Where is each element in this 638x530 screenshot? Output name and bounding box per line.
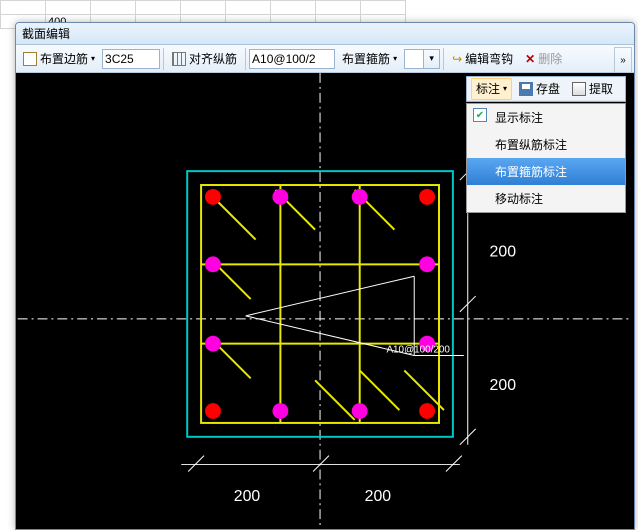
extract-icon	[572, 82, 586, 96]
toolbar-overflow-button[interactable]: »	[614, 47, 632, 73]
menu-move-annot[interactable]: 移动标注	[467, 185, 625, 212]
window-title: 截面编辑	[22, 27, 70, 41]
main-toolbar: 布置边筋 ▾ 对齐纵筋 布置箍筋 ▾ ▾ ↪ 编辑弯钩 ✕ 删除	[16, 45, 634, 73]
align-label: 对齐纵筋	[189, 50, 237, 67]
extract-label: 提取	[589, 80, 613, 97]
annotate-button[interactable]: 标注 ▾	[471, 78, 512, 100]
save-label: 存盘	[536, 80, 560, 97]
dim-y2: 200	[490, 377, 517, 394]
drawing-canvas[interactable]: A10@100/200 200 200 200 200 标注	[16, 73, 634, 529]
annotate-dropdown-menu: ✔ 显示标注 布置纵筋标注 布置箍筋标注 移动标注	[466, 103, 626, 213]
edge-rebar-label: 布置边筋	[40, 50, 88, 67]
stirrup-callout: A10@100/200	[386, 345, 450, 356]
checkbox-checked-icon: ✔	[473, 108, 487, 122]
edit-hook-label: 编辑弯钩	[465, 50, 513, 67]
chevron-down-icon: ▾	[91, 54, 95, 63]
stirrup-button[interactable]: 布置箍筋 ▾	[337, 48, 402, 70]
stirrup-preview[interactable]	[404, 49, 424, 69]
menu-long-annot-label: 布置纵筋标注	[495, 138, 567, 152]
edit-hook-button[interactable]: ↪ 编辑弯钩	[447, 48, 518, 70]
edge-rebar-button[interactable]: 布置边筋 ▾	[18, 48, 100, 70]
menu-long-annot[interactable]: 布置纵筋标注	[467, 131, 625, 158]
menu-show-annot-label: 显示标注	[495, 111, 543, 125]
stirrup-input[interactable]	[249, 49, 335, 69]
extract-button[interactable]: 提取	[567, 78, 618, 100]
menu-move-annot-label: 移动标注	[495, 192, 543, 206]
stirrup-preview-dropdown[interactable]: ▾	[424, 49, 440, 69]
chevron-down-icon: ▾	[503, 84, 507, 93]
menu-stirrup-annot[interactable]: 布置箍筋标注	[467, 158, 625, 185]
menu-stirrup-annot-label: 布置箍筋标注	[495, 165, 567, 179]
window-titlebar[interactable]: 截面编辑	[16, 23, 634, 45]
separator	[163, 48, 164, 70]
dim-y1: 200	[490, 243, 517, 260]
menu-show-annot[interactable]: ✔ 显示标注	[467, 104, 625, 131]
annotate-label: 标注	[476, 80, 500, 97]
hook-icon: ↪	[452, 52, 462, 66]
align-icon	[172, 52, 186, 66]
separator	[443, 48, 444, 70]
separator	[245, 48, 246, 70]
save-icon	[519, 82, 533, 96]
dim-x1: 200	[234, 488, 261, 505]
align-rebar-button[interactable]: 对齐纵筋	[167, 48, 242, 70]
overflow-toolbar-panel: 标注 ▾ 存盘 提取	[466, 76, 626, 102]
dim-x2: 200	[365, 488, 392, 505]
stirrup-label: 布置箍筋	[342, 50, 390, 67]
chevron-down-icon: ▾	[393, 54, 397, 63]
delete-button[interactable]: ✕ 删除	[520, 48, 567, 70]
edge-rebar-icon	[23, 52, 37, 66]
save-button[interactable]: 存盘	[514, 78, 565, 100]
section-edit-window: 截面编辑 布置边筋 ▾ 对齐纵筋 布置箍筋 ▾ ▾ ↪ 编辑弯钩 ✕	[15, 22, 635, 530]
edge-rebar-input[interactable]	[102, 49, 160, 69]
delete-label: 删除	[538, 50, 562, 67]
delete-icon: ✕	[525, 52, 535, 66]
